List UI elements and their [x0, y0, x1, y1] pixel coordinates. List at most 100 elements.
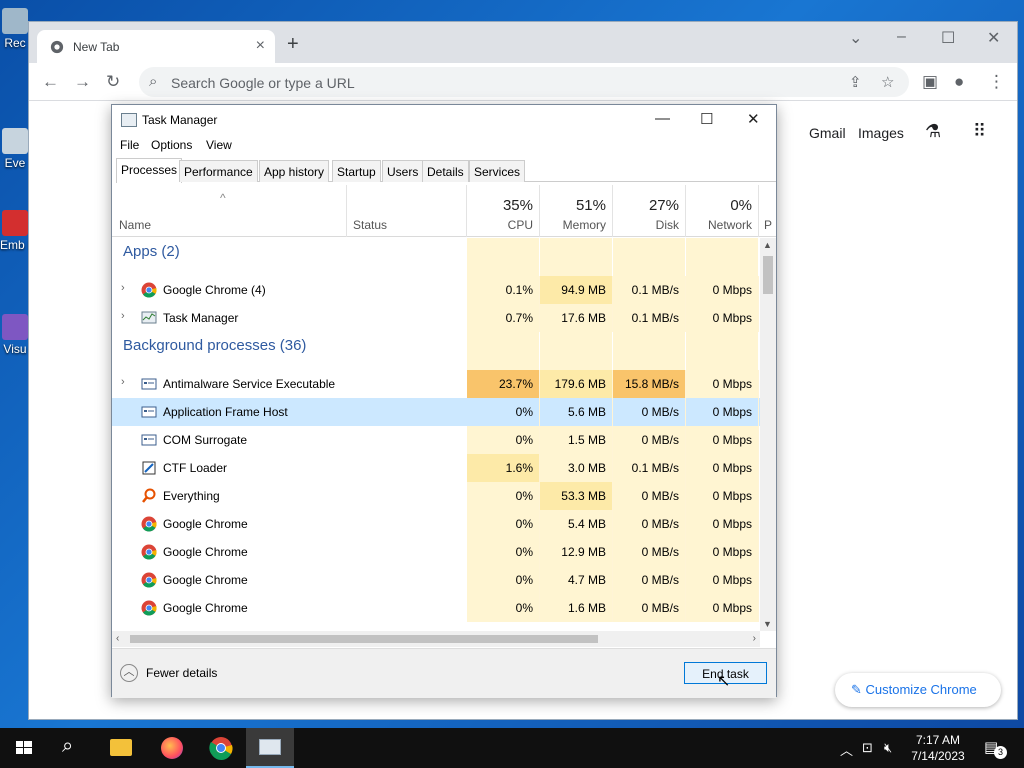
- minimize-button[interactable]: —: [655, 110, 670, 127]
- network-header: Network: [707, 218, 752, 232]
- share-icon[interactable]: ⇪: [849, 73, 862, 91]
- process-row[interactable]: Google Chrome 0% 5.4 MB 0 MB/s 0 Mbps: [112, 510, 760, 538]
- browser-toolbar: ← → ↻ ⌕ Search Google or type a URL ⇪ ☆ …: [29, 63, 1017, 101]
- network-percent: 0%: [730, 197, 752, 214]
- tab-app-history[interactable]: App history: [259, 160, 330, 182]
- scroll-left-icon[interactable]: ‹: [116, 633, 119, 644]
- process-row[interactable]: Everything 0% 53.3 MB 0 MB/s 0 Mbps: [112, 482, 760, 510]
- tab-processes[interactable]: Processes: [116, 158, 183, 183]
- column-cpu[interactable]: 35% CPU: [467, 185, 540, 237]
- column-power[interactable]: P: [759, 185, 776, 237]
- tab-startup[interactable]: Startup: [332, 160, 381, 182]
- tab-search-icon[interactable]: ⌄: [849, 28, 862, 48]
- column-network[interactable]: 0% Network: [686, 185, 759, 237]
- visual-studio-icon: [2, 314, 28, 340]
- new-tab-button[interactable]: +: [287, 33, 299, 56]
- labs-flask-icon[interactable]: ⚗: [925, 121, 941, 142]
- desktop-icon-event-viewer[interactable]: Eve: [0, 128, 30, 170]
- scroll-thumb[interactable]: [763, 256, 773, 294]
- memory-header: Memory: [562, 218, 606, 232]
- horizontal-scrollbar[interactable]: ‹ ›: [112, 631, 760, 647]
- expand-chevron-icon[interactable]: ›: [121, 310, 125, 322]
- forward-icon[interactable]: →: [74, 72, 91, 92]
- process-disk-value: 0.1 MB/s: [613, 454, 686, 482]
- taskbar-search-button[interactable]: ⌕: [48, 728, 96, 768]
- close-button[interactable]: ✕: [987, 28, 1000, 48]
- omnibox[interactable]: ⌕ Search Google or type a URL ⇪ ☆: [139, 67, 909, 97]
- gmail-link[interactable]: Gmail: [809, 125, 846, 141]
- everything-search-icon: [141, 488, 157, 504]
- fewer-details-link[interactable]: Fewer details: [146, 666, 217, 680]
- process-name: Google Chrome: [163, 601, 248, 615]
- menu-kebab-icon[interactable]: ⋮: [988, 72, 1005, 92]
- tab-performance[interactable]: Performance: [179, 160, 258, 182]
- show-hidden-icons-icon[interactable]: ︿: [840, 740, 853, 759]
- scroll-up-icon[interactable]: ▲: [763, 240, 772, 250]
- expand-chevron-icon[interactable]: ›: [121, 282, 125, 294]
- menu-view[interactable]: View: [206, 138, 232, 152]
- process-mem-value: 4.7 MB: [540, 566, 613, 594]
- taskbar: ⌕ ︿ ⊡ 🔇︎ 7:17 AM 7/14/2023 ▤ 3: [0, 728, 1024, 768]
- process-row[interactable]: › Task Manager 0.7% 17.6 MB 0.1 MB/s 0 Mbps: [112, 304, 760, 332]
- tab-users[interactable]: Users: [382, 160, 424, 182]
- back-icon[interactable]: ←: [42, 72, 59, 92]
- taskbar-task-manager[interactable]: [246, 728, 294, 768]
- desktop-icon-recycle-bin[interactable]: Rec: [0, 8, 30, 50]
- process-row[interactable]: Google Chrome 0% 1.6 MB 0 MB/s 0 Mbps: [112, 594, 760, 622]
- bookmark-star-icon[interactable]: ☆: [881, 73, 894, 91]
- notifications-button[interactable]: ▤ 3: [980, 736, 1007, 760]
- tab-details[interactable]: Details: [422, 160, 469, 182]
- process-cpu-value: 0.7%: [467, 304, 540, 332]
- volume-muted-icon[interactable]: 🔇︎: [884, 740, 892, 756]
- process-row[interactable]: CTF Loader 1.6% 3.0 MB 0.1 MB/s 0 Mbps: [112, 454, 760, 482]
- process-row[interactable]: Application Frame Host 0% 5.6 MB 0 MB/s 0 Mb…: [112, 398, 760, 426]
- vertical-scrollbar[interactable]: ▲ ▼: [760, 238, 776, 631]
- scroll-down-icon[interactable]: ▼: [763, 619, 772, 629]
- taskbar-firefox[interactable]: [148, 728, 196, 768]
- process-row[interactable]: COM Surrogate 0% 1.5 MB 0 MB/s 0 Mbps: [112, 426, 760, 454]
- scroll-thumb[interactable]: [130, 635, 598, 643]
- desktop-icon-visual-studio[interactable]: Visu: [0, 314, 30, 356]
- images-link[interactable]: Images: [858, 125, 904, 141]
- notification-count-badge: 3: [994, 746, 1007, 759]
- customize-chrome-button[interactable]: ✎ Customize Chrome: [835, 673, 1001, 707]
- reload-icon[interactable]: ↻: [106, 72, 120, 92]
- expand-chevron-icon[interactable]: ›: [121, 376, 125, 388]
- chevron-up-icon[interactable]: ︿: [120, 664, 138, 682]
- menu-file[interactable]: File: [120, 138, 139, 152]
- desktop-icon-app[interactable]: Emb De: [0, 210, 43, 252]
- process-row[interactable]: Google Chrome 0% 12.9 MB 0 MB/s 0 Mbps: [112, 538, 760, 566]
- close-button[interactable]: ✕: [747, 110, 760, 128]
- start-button[interactable]: [0, 728, 48, 768]
- power-header: P: [764, 218, 773, 232]
- column-status[interactable]: Status: [347, 185, 467, 237]
- clock[interactable]: 7:17 AM 7/14/2023: [906, 732, 970, 764]
- taskbar-chrome[interactable]: [197, 728, 245, 768]
- process-disk-value: 0 MB/s: [613, 482, 686, 510]
- process-row[interactable]: › Antimalware Service Executable 23.7% 179.…: [112, 370, 760, 398]
- apps-grid-icon[interactable]: ⠿: [973, 121, 986, 142]
- column-name[interactable]: ^ Name: [112, 185, 347, 237]
- profile-icon[interactable]: ●: [954, 72, 964, 92]
- scroll-right-icon[interactable]: ›: [753, 633, 756, 644]
- column-memory[interactable]: 51% Memory: [540, 185, 613, 237]
- process-mem-value: 5.4 MB: [540, 510, 613, 538]
- process-row[interactable]: › Google Chrome (4) 0.1% 94.9 MB 0.1 MB/s 0 M…: [112, 276, 760, 304]
- minimize-button[interactable]: –: [897, 28, 906, 46]
- side-panel-icon[interactable]: ▣: [922, 72, 938, 92]
- close-tab-icon[interactable]: ×: [256, 37, 265, 55]
- maximize-button[interactable]: ☐: [941, 28, 955, 48]
- taskbar-file-explorer[interactable]: [98, 728, 146, 768]
- process-mem-value: 12.9 MB: [540, 538, 613, 566]
- process-row[interactable]: Google Chrome 0% 4.7 MB 0 MB/s 0 Mbps: [112, 566, 760, 594]
- tab-new-tab[interactable]: New Tab ×: [37, 30, 275, 63]
- maximize-button[interactable]: ☐: [700, 110, 713, 128]
- process-cpu-value: 23.7%: [467, 370, 540, 398]
- network-icon[interactable]: ⊡: [862, 740, 873, 756]
- process-net-value: 0 Mbps: [686, 510, 759, 538]
- tab-services[interactable]: Services: [469, 160, 526, 182]
- column-disk[interactable]: 27% Disk: [613, 185, 686, 237]
- menu-options[interactable]: Options: [151, 138, 192, 152]
- sort-ascending-icon: ^: [220, 191, 226, 205]
- group-heat-cell: [467, 332, 540, 370]
